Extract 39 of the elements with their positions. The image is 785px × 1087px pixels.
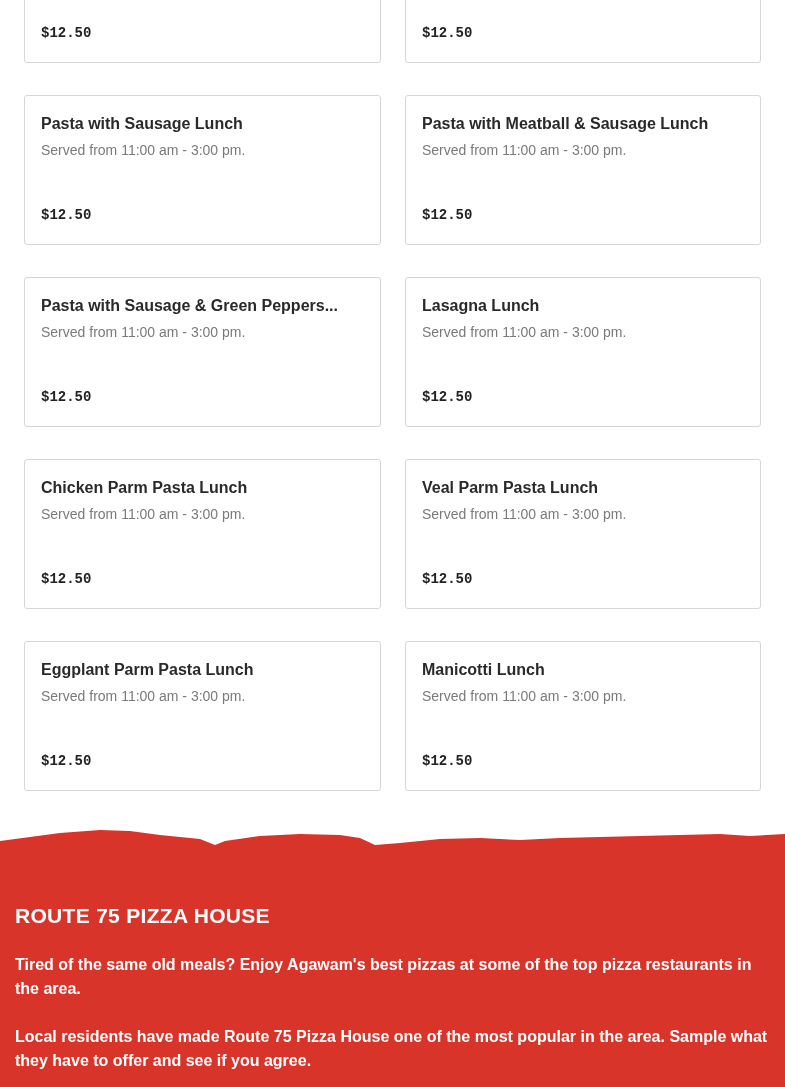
menu-item-card[interactable]: Pasta with Meatball & Sausage Lunch Served from 11:00 am - 3:00 pm. $12.50 (405, 95, 761, 245)
menu-item-card[interactable]: Manicotti Lunch Served from 11:00 am - 3:00 pm. $12.50 (405, 641, 761, 791)
item-price: $12.50 (422, 388, 474, 406)
item-price: $12.50 (422, 752, 474, 770)
item-price: $12.50 (41, 206, 93, 224)
footer-paragraph: Local residents have made Route 75 Pizza House one of the most popular in the area. Sample what they have to offer and see if you agree. (15, 1027, 769, 1071)
item-name: Lasagna Lunch (422, 296, 541, 316)
item-name: Pasta with Meatball & Sausage Lunch (422, 114, 710, 134)
menu-item-card[interactable]: Eggplant Parm Pasta Lunch Served from 11:00 am - 3:00 pm. $12.50 (24, 641, 381, 791)
menu-item-card[interactable]: Lasagna Lunch Served from 11:00 am - 3:00 pm. $12.50 (405, 277, 761, 427)
item-name: Manicotti Lunch (422, 660, 546, 680)
menu-item-card[interactable]: Veal Parm Pasta Lunch Served from 11:00 am - 3:00 pm. $12.50 (405, 459, 761, 609)
item-price: $12.50 (41, 570, 93, 588)
item-name: Pasta with Sausage & Green Peppers... (41, 296, 339, 316)
item-price: $12.50 (41, 388, 93, 406)
menu-item-card[interactable]: $12.50 (405, 0, 761, 63)
item-description: Served from 11:00 am - 3:00 pm. (41, 687, 247, 705)
item-description: Served from 11:00 am - 3:00 pm. (422, 505, 628, 523)
item-description: Served from 11:00 am - 3:00 pm. (41, 505, 247, 523)
item-name: Veal Parm Pasta Lunch (422, 478, 600, 498)
item-name: Eggplant Parm Pasta Lunch (41, 660, 255, 680)
footer-title: ROUTE 75 PIZZA HOUSE (15, 903, 271, 929)
item-price: $12.50 (422, 24, 474, 42)
item-description: Served from 11:00 am - 3:00 pm. (41, 141, 247, 159)
item-description: Served from 11:00 am - 3:00 pm. (41, 323, 247, 341)
menu-item-card[interactable]: Pasta with Sausage & Green Peppers... Served from 11:00 am - 3:00 pm. $12.50 (24, 277, 381, 427)
item-description: Served from 11:00 am - 3:00 pm. (422, 687, 628, 705)
item-name: Pasta with Sausage Lunch (41, 114, 244, 134)
item-price: $12.50 (422, 570, 474, 588)
menu-item-card[interactable]: $12.50 (24, 0, 381, 63)
item-name: Chicken Parm Pasta Lunch (41, 478, 249, 498)
item-price: $12.50 (41, 752, 93, 770)
menu-item-card[interactable]: Pasta with Sausage Lunch Served from 11:00 am - 3:00 pm. $12.50 (24, 95, 381, 245)
item-description: Served from 11:00 am - 3:00 pm. (422, 141, 628, 159)
item-description: Served from 11:00 am - 3:00 pm. (422, 323, 628, 341)
menu-item-card[interactable]: Chicken Parm Pasta Lunch Served from 11:00 am - 3:00 pm. $12.50 (24, 459, 381, 609)
item-price: $12.50 (41, 24, 93, 42)
footer-paragraph: Tired of the same old meals? Enjoy Agawam's best pizzas at some of the top pizza restaurants in the area. (15, 955, 753, 999)
item-price: $12.50 (422, 206, 474, 224)
